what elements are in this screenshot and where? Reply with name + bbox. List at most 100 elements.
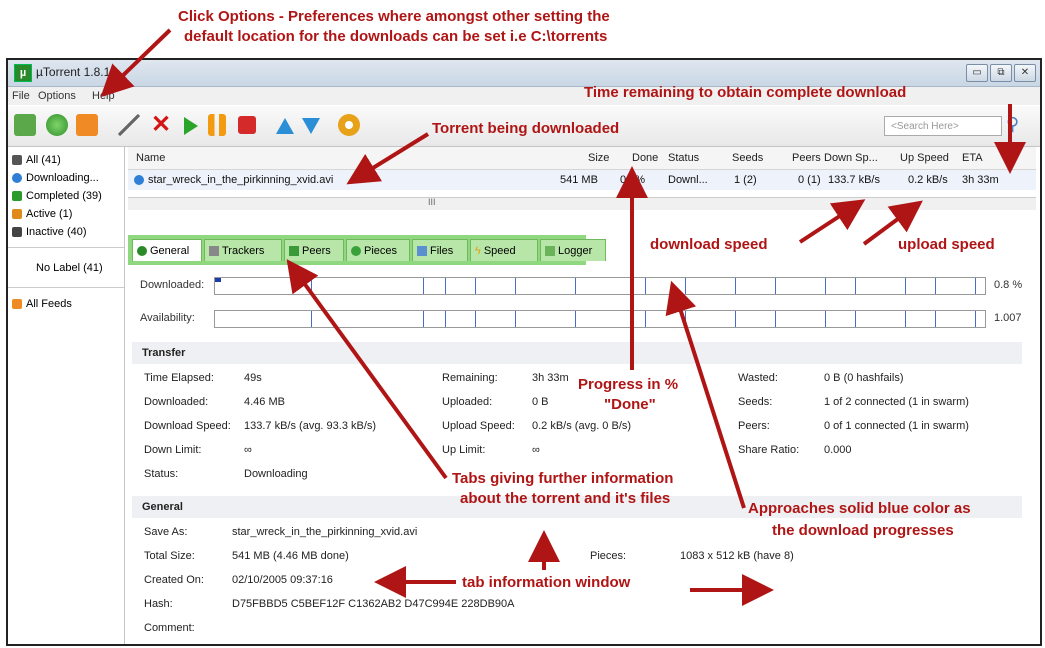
torrent-seeds: 1 (2)	[734, 174, 757, 186]
transfer-field-value: Downloading	[244, 468, 308, 480]
transfer-field-label: Uploaded:	[442, 396, 493, 408]
piece-marker	[515, 278, 516, 294]
tab-trackers[interactable]: Trackers	[204, 239, 282, 261]
column-eta[interactable]: ETA	[962, 152, 983, 164]
sidebar-item-all[interactable]: All (41)	[12, 151, 61, 169]
column-up-speed[interactable]: Up Speed	[900, 152, 949, 164]
sidebar-item-label: Downloading...	[26, 172, 99, 184]
horizontal-scrollbar[interactable]: III	[128, 197, 1036, 210]
piece-marker	[825, 278, 826, 294]
hash-value: D75FBBD5 C5BEF12F C1362AB2 D47C994E 228D…	[232, 598, 515, 610]
transfer-field-value: 0.000	[824, 444, 852, 456]
availability-row: Availability: 1.007	[132, 306, 1036, 330]
sidebar-item-no-label[interactable]: No Label (41)	[36, 259, 103, 277]
search-input[interactable]: <Search Here>	[884, 116, 1002, 136]
maximize-button[interactable]: ⧉	[990, 64, 1012, 82]
transfer-field-value: 0 of 1 connected (1 in swarm)	[824, 420, 969, 432]
transfer-field-value: 1 of 2 connected (1 in swarm)	[824, 396, 969, 408]
start-icon[interactable]	[184, 117, 198, 135]
utorrent-window: µ µTorrent 1.8.1 ▭ ⧉ ✕ File Options Help…	[6, 58, 1042, 646]
remove-icon[interactable]: ✕	[150, 113, 172, 137]
column-down-speed[interactable]: Down Sp...	[824, 152, 878, 164]
column-status[interactable]: Status	[668, 152, 699, 164]
downloaded-bar	[214, 277, 986, 295]
peers-icon	[289, 246, 299, 257]
transfer-field-label: Share Ratio:	[738, 444, 800, 456]
sidebar-item-completed[interactable]: Completed (39)	[12, 187, 102, 205]
add-torrent-icon[interactable]	[14, 114, 36, 136]
annotation-download-speed: download speed	[650, 236, 768, 253]
tab-logger[interactable]: Logger	[540, 239, 606, 261]
tab-peers[interactable]: Peers	[284, 239, 344, 261]
piece-marker	[775, 311, 776, 327]
comment-label: Comment:	[144, 622, 195, 634]
column-name[interactable]: Name	[136, 152, 165, 164]
annotation-tabs-line2: about the torrent and it's files	[460, 490, 671, 507]
transfer-field-value: 0 B (0 hashfails)	[824, 372, 904, 384]
piece-marker	[905, 311, 906, 327]
piece-marker	[645, 311, 646, 327]
column-peers[interactable]: Peers	[792, 152, 821, 164]
search-icon[interactable]: ⚲	[1006, 114, 1019, 135]
sidebar-item-label: Active (1)	[26, 208, 73, 220]
torrent-status: Downl...	[668, 174, 708, 186]
move-up-icon[interactable]	[276, 118, 294, 134]
table-row[interactable]	[128, 190, 1036, 196]
column-seeds[interactable]: Seeds	[732, 152, 763, 164]
piece-marker	[311, 278, 312, 294]
scrollbar-grip[interactable]: III	[428, 197, 436, 207]
sidebar-item-downloading[interactable]: Downloading...	[12, 169, 99, 187]
transfer-field-label: Downloaded:	[144, 396, 209, 408]
rss-icon[interactable]	[76, 114, 98, 136]
close-button[interactable]: ✕	[1014, 64, 1036, 82]
add-url-icon[interactable]	[46, 114, 68, 136]
transfer-field-label: Remaining:	[442, 372, 498, 384]
annotation-options-line2: default location for the downloads can b…	[184, 28, 608, 45]
table-row[interactable]: star_wreck_in_the_pirkinning_xvid.avi 54…	[128, 170, 1036, 190]
menu-help[interactable]: Help	[92, 90, 115, 102]
transfer-field-value: 0.2 kB/s (avg. 0 B/s)	[532, 420, 632, 432]
create-torrent-icon[interactable]	[118, 114, 140, 136]
tab-general[interactable]: General	[132, 239, 202, 261]
minimize-button[interactable]: ▭	[966, 64, 988, 82]
column-done[interactable]: Done	[632, 152, 658, 164]
sidebar-item-label: All Feeds	[26, 298, 72, 310]
tab-pieces[interactable]: Pieces	[346, 239, 410, 261]
piece-marker	[855, 311, 856, 327]
piece-marker	[445, 278, 446, 294]
stop-icon[interactable]	[238, 116, 256, 134]
torrent-name: star_wreck_in_the_pirkinning_xvid.avi	[148, 174, 334, 186]
preferences-gear-icon[interactable]	[338, 114, 360, 136]
piece-marker	[575, 311, 576, 327]
piece-marker	[575, 278, 576, 294]
sidebar-item-feeds[interactable]: All Feeds	[12, 295, 72, 313]
menu-options[interactable]: Options	[38, 90, 76, 102]
menu-file[interactable]: File	[12, 90, 30, 102]
piece-marker	[645, 278, 646, 294]
total-size-label: Total Size:	[144, 550, 195, 562]
piece-marker	[855, 278, 856, 294]
pieces-value: 1083 x 512 kB (have 8)	[680, 550, 794, 562]
all-icon	[12, 155, 22, 166]
tab-files[interactable]: Files	[412, 239, 468, 261]
piece-marker	[935, 278, 936, 294]
pause-icon[interactable]	[208, 114, 226, 136]
tab-speed[interactable]: ϟ Speed	[470, 239, 538, 261]
piece-marker	[975, 311, 976, 327]
transfer-header: Transfer	[132, 342, 1022, 364]
column-size[interactable]: Size	[588, 152, 609, 164]
piece-marker	[825, 311, 826, 327]
torrent-eta: 3h 33m	[962, 174, 999, 186]
sidebar-divider	[8, 287, 124, 288]
title-bar: µ µTorrent 1.8.1 ▭ ⧉ ✕	[8, 60, 1040, 87]
piece-marker	[775, 278, 776, 294]
sidebar-item-inactive[interactable]: Inactive (40)	[12, 223, 87, 241]
sidebar-item-active[interactable]: Active (1)	[12, 205, 72, 223]
sidebar-item-label: All (41)	[26, 154, 61, 166]
annotation-approaches-line2: the download progresses	[772, 522, 954, 539]
pieces-icon	[351, 246, 361, 257]
move-down-icon[interactable]	[302, 118, 320, 134]
downloaded-row: Downloaded: 0.8 %	[132, 273, 1036, 297]
annotation-time-remaining: Time remaining to obtain complete downlo…	[584, 84, 907, 101]
rss-icon	[12, 299, 22, 310]
